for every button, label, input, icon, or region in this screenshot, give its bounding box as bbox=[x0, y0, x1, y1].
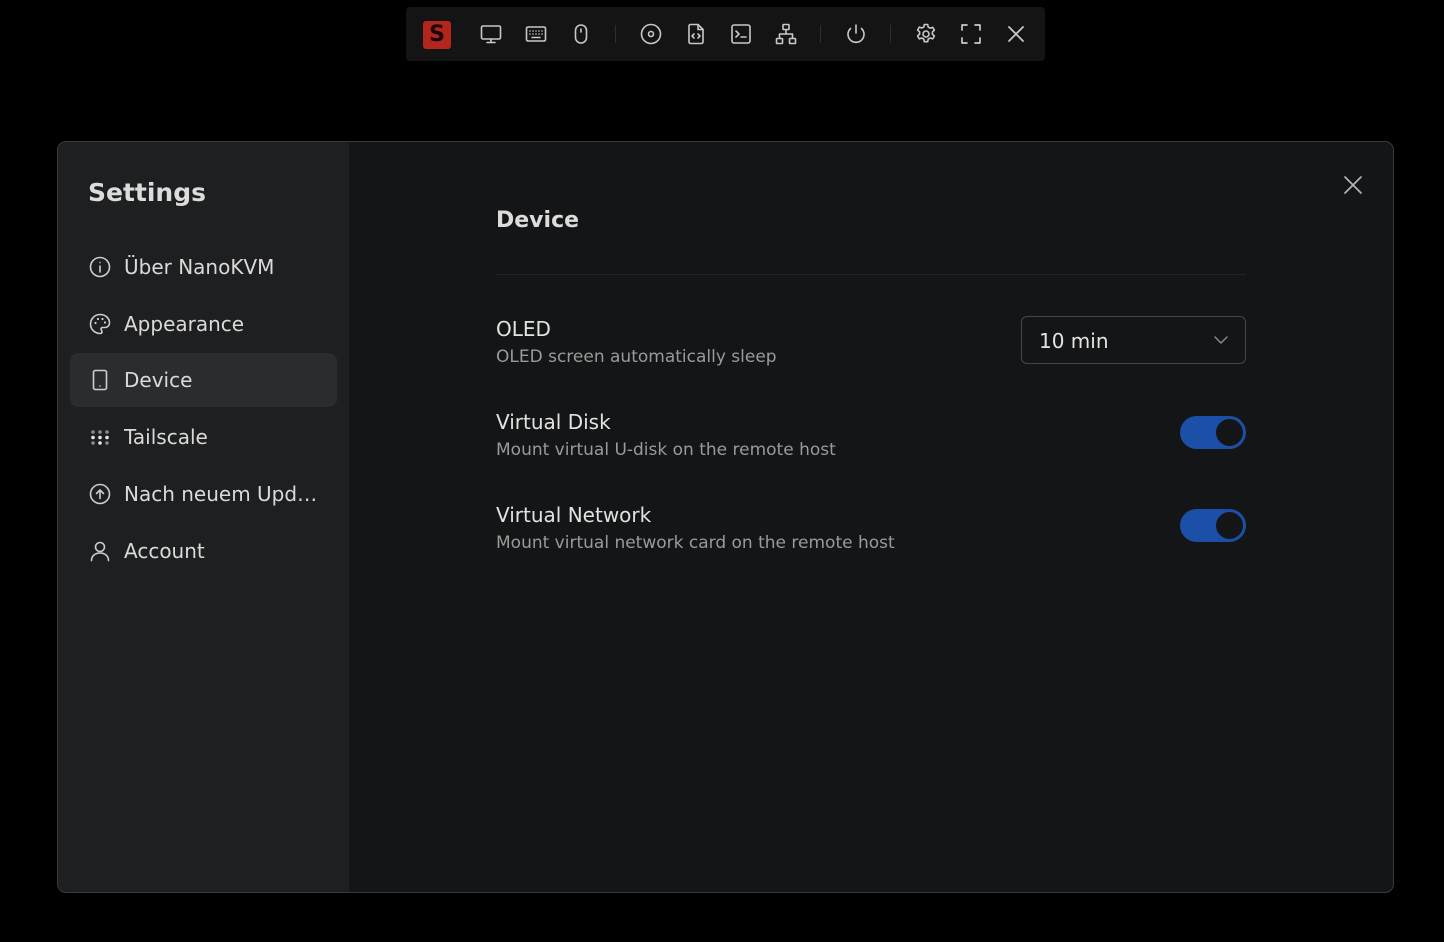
sidebar-item-account[interactable]: Account bbox=[70, 524, 337, 578]
page-title: Device bbox=[496, 208, 580, 233]
toggle-knob bbox=[1216, 419, 1243, 446]
virtual-disk-title: Virtual Disk bbox=[496, 410, 611, 434]
sidebar-item-label: Account bbox=[124, 539, 205, 563]
network-icon[interactable] bbox=[771, 19, 801, 49]
close-icon bbox=[1344, 176, 1362, 194]
virtual-network-description: Mount virtual network card on the remote… bbox=[496, 533, 895, 553]
file-code-icon[interactable] bbox=[681, 19, 711, 49]
tablet-icon bbox=[88, 368, 112, 392]
arrow-up-circle-icon bbox=[88, 482, 112, 506]
settings-dialog: Settings Über NanoKVM Appearance Device … bbox=[57, 141, 1394, 893]
keyboard-icon[interactable] bbox=[521, 19, 551, 49]
tailscale-icon bbox=[88, 425, 112, 449]
toolbar-divider bbox=[820, 25, 821, 43]
virtual-disk-toggle[interactable] bbox=[1180, 416, 1246, 449]
user-icon bbox=[88, 539, 112, 563]
settings-sidebar: Settings Über NanoKVM Appearance Device … bbox=[58, 142, 349, 892]
sidebar-item-appearance[interactable]: Appearance bbox=[70, 297, 337, 351]
oled-title: OLED bbox=[496, 317, 551, 341]
sidebar-item-about[interactable]: Über NanoKVM bbox=[70, 240, 337, 294]
terminal-icon[interactable] bbox=[726, 19, 756, 49]
logo-letter: S bbox=[429, 22, 445, 47]
monitor-icon[interactable] bbox=[476, 19, 506, 49]
sidebar-item-update[interactable]: Nach neuem Upda... bbox=[70, 467, 337, 521]
oled-sleep-select[interactable]: 10 min bbox=[1021, 316, 1246, 364]
virtual-network-title: Virtual Network bbox=[496, 503, 652, 527]
sidebar-item-label: Appearance bbox=[124, 312, 245, 336]
palette-icon bbox=[88, 312, 112, 336]
logo-icon[interactable]: S bbox=[423, 21, 451, 49]
info-icon bbox=[88, 255, 112, 279]
fullscreen-icon[interactable] bbox=[956, 19, 986, 49]
sidebar-item-label: Über NanoKVM bbox=[124, 255, 275, 279]
close-icon[interactable] bbox=[1001, 19, 1031, 49]
toggle-knob bbox=[1216, 512, 1243, 539]
sidebar-item-label: Device bbox=[124, 368, 193, 392]
power-icon[interactable] bbox=[841, 19, 871, 49]
chevron-down-icon bbox=[1214, 336, 1228, 344]
disc-icon[interactable] bbox=[636, 19, 666, 49]
oled-description: OLED screen automatically sleep bbox=[496, 347, 777, 367]
divider bbox=[496, 274, 1246, 275]
oled-sleep-value: 10 min bbox=[1039, 329, 1109, 353]
sidebar-title: Settings bbox=[88, 178, 207, 207]
toolbar-divider bbox=[890, 25, 891, 43]
mouse-icon[interactable] bbox=[566, 19, 596, 49]
sidebar-item-device[interactable]: Device bbox=[70, 353, 337, 407]
virtual-network-toggle[interactable] bbox=[1180, 509, 1246, 542]
sidebar-item-label: Tailscale bbox=[124, 425, 208, 449]
virtual-disk-description: Mount virtual U-disk on the remote host bbox=[496, 440, 836, 460]
close-dialog-button[interactable] bbox=[1338, 170, 1368, 200]
sidebar-item-tailscale[interactable]: Tailscale bbox=[70, 410, 337, 464]
kvm-toolbar: S bbox=[406, 7, 1045, 61]
gear-icon[interactable] bbox=[911, 19, 941, 49]
sidebar-item-label: Nach neuem Upda... bbox=[124, 482, 324, 506]
screen: S Settings Über NanoKVM Appearance Devic… bbox=[0, 0, 1444, 942]
toolbar-divider bbox=[615, 25, 616, 43]
